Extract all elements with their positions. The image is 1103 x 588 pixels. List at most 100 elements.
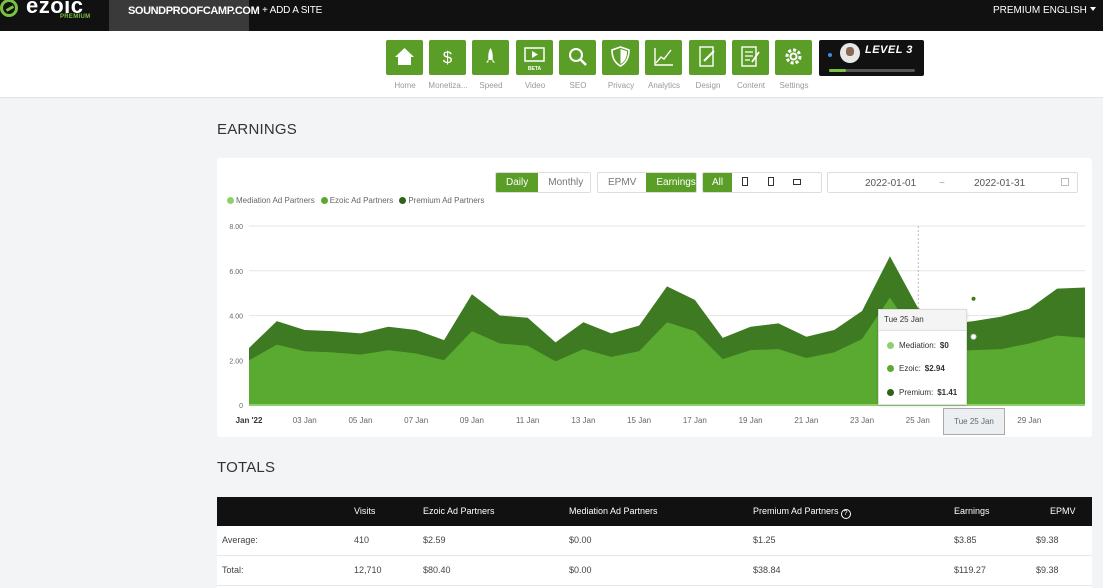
nav-button[interactable]	[645, 40, 682, 75]
device-toggle: All	[702, 172, 822, 193]
y-tick-label: 2.00	[229, 358, 243, 365]
nav-button[interactable]	[386, 40, 423, 75]
earnings-button[interactable]: Earnings	[646, 173, 696, 192]
x-tick-label: 23 Jan	[850, 416, 874, 425]
shield-icon	[611, 46, 630, 67]
site-selector[interactable]: SOUNDPROOFCAMP.COM	[109, 0, 260, 31]
column-header-label: Premium Ad Partners	[753, 506, 839, 516]
legend-label: Mediation Ad Partners	[236, 196, 315, 205]
legend-item-ezoic[interactable]: Ezoic Ad Partners	[320, 196, 393, 205]
nav-item-design[interactable]: Design	[689, 40, 727, 90]
device-mobile-button[interactable]	[758, 173, 784, 192]
legend-item-premium[interactable]: Premium Ad Partners	[399, 196, 484, 205]
legend-item-mediation[interactable]: Mediation Ad Partners	[227, 196, 315, 205]
nav-item-video[interactable]: BETA Video	[516, 40, 554, 90]
chevron-down-icon	[1089, 7, 1096, 11]
level-badge[interactable]: LEVEL 3	[819, 40, 924, 76]
nav-button[interactable]: BETA	[516, 40, 553, 75]
avatar	[840, 43, 860, 63]
period-toggle: Daily Monthly	[495, 172, 591, 193]
all-devices-button[interactable]: All	[703, 173, 733, 192]
nav-button[interactable]	[472, 40, 509, 75]
nav-button[interactable]: $	[429, 40, 466, 75]
nav-button[interactable]	[689, 40, 726, 75]
date-to[interactable]: 2022-01-31	[974, 178, 1025, 189]
design-icon	[699, 46, 715, 67]
tooltip-swatch	[887, 365, 894, 372]
table-row: Total: 12,710 $80.40 $0.00 $38.84 $119.2…	[217, 556, 1092, 586]
x-tick-label: 25 Jan	[906, 416, 930, 425]
help-icon[interactable]: ?	[840, 509, 851, 519]
monthly-button[interactable]: Monthly	[538, 173, 590, 192]
calendar-icon	[1061, 178, 1069, 186]
date-range-picker[interactable]: 2022-01-01 ~ 2022-01-31	[827, 172, 1078, 193]
video-icon	[524, 47, 545, 62]
tooltip-row-ezoic: Ezoic: $2.94	[887, 364, 945, 373]
level-label: LEVEL 3	[865, 44, 913, 56]
svg-text:$: $	[443, 48, 453, 67]
nav-item-speed[interactable]: Speed	[472, 40, 510, 90]
legend-swatch	[227, 197, 234, 204]
mobile-icon	[768, 177, 775, 186]
table-cell: 410	[354, 535, 370, 545]
device-desktop-button[interactable]	[784, 173, 810, 192]
tooltip-value: $2.94	[924, 364, 945, 373]
rocket-icon	[486, 48, 495, 63]
daily-button[interactable]: Daily	[496, 173, 539, 192]
desktop-icon	[793, 179, 802, 185]
y-tick-label: 4.00	[229, 314, 243, 321]
logo-subtitle: PREMIUM	[60, 14, 91, 20]
table-cell: $9.38	[1036, 565, 1059, 575]
tooltip-value: $0	[939, 341, 949, 350]
nav-button[interactable]	[559, 40, 596, 75]
x-tick-label: 05 Jan	[348, 416, 372, 425]
date-separator: ~	[939, 178, 945, 189]
device-tablet-button[interactable]	[732, 173, 758, 192]
nav-item-home[interactable]: Home	[386, 40, 424, 90]
nav-item-monetization[interactable]: $ Monetiza...	[428, 40, 468, 90]
add-site-link[interactable]: + ADD A SITE	[262, 5, 322, 16]
ezoic-logo-mark-icon	[0, 0, 18, 17]
tooltip-swatch	[887, 389, 894, 396]
tooltip-title: Tue 25 Jan	[879, 310, 966, 331]
y-tick-label: 0	[239, 403, 243, 410]
nav-button[interactable]	[775, 40, 812, 75]
nav-item-settings[interactable]: Settings	[775, 40, 813, 90]
epmv-button[interactable]: EPMV	[598, 173, 646, 192]
nav-button[interactable]	[732, 40, 769, 75]
ezoic-logo[interactable]: ezoic PREMIUM	[0, 0, 100, 31]
nav-button[interactable]	[602, 40, 639, 75]
tooltip-label: Ezoic:	[899, 364, 921, 373]
table-cell: $119.27	[954, 565, 986, 575]
beta-badge: BETA	[527, 66, 542, 72]
hover-point	[971, 296, 976, 301]
earnings-title: EARNINGS	[217, 121, 297, 138]
table-cell: $1.25	[753, 535, 776, 545]
legend-swatch	[320, 197, 328, 204]
nav-item-seo[interactable]: SEO	[559, 40, 597, 90]
table-cell: $9.38	[1036, 535, 1059, 545]
main-nav: Home $ Monetiza... Speed BETA Video SEO …	[0, 31, 1103, 98]
date-from[interactable]: 2022-01-01	[865, 178, 916, 189]
premium-link[interactable]: PREMIUM	[993, 5, 1040, 16]
nav-item-content[interactable]: Content	[732, 40, 770, 90]
language-selector[interactable]: ENGLISH	[1043, 5, 1096, 16]
tooltip-label: Mediation:	[899, 341, 936, 350]
column-header-mediation: Mediation Ad Partners	[569, 506, 658, 516]
x-tick-label: 29 Jan	[1017, 416, 1041, 425]
hover-point	[970, 333, 977, 340]
tooltip-row-mediation: Mediation: $0	[887, 341, 949, 350]
nav-item-analytics[interactable]: Analytics	[645, 40, 683, 90]
legend-swatch	[399, 197, 407, 204]
x-tick-label: Jan '22	[236, 416, 263, 425]
content-icon	[741, 46, 760, 67]
nav-item-privacy[interactable]: Privacy	[602, 40, 640, 90]
level-progress-fill	[829, 69, 847, 72]
gear-icon	[785, 48, 802, 65]
x-tick-label: 07 Jan	[404, 416, 428, 425]
metric-toggle: EPMV Earnings	[597, 172, 697, 193]
table-cell: $3.85	[954, 535, 977, 545]
column-header-earnings: Earnings	[954, 506, 990, 516]
legend-label: Premium Ad Partners	[408, 196, 485, 205]
x-tick-label: 11 Jan	[516, 416, 539, 425]
